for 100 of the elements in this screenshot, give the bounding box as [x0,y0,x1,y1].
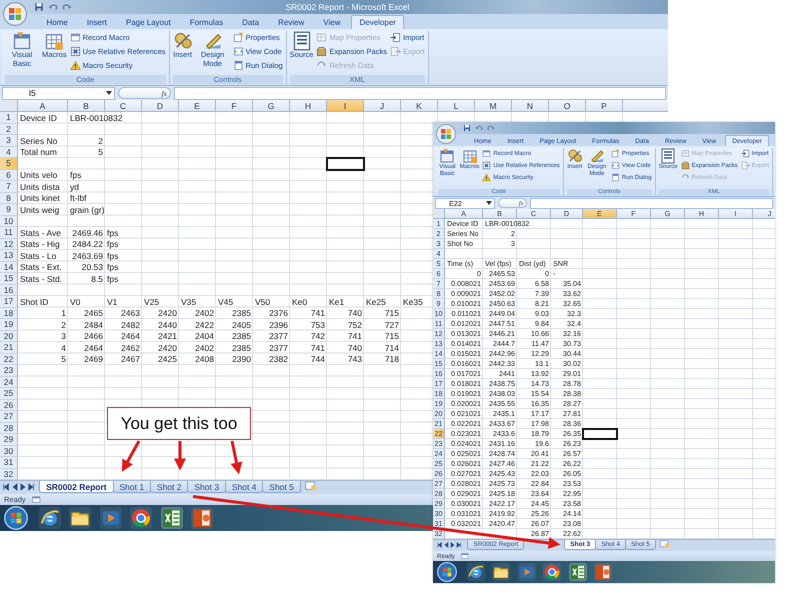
record-macro-icon[interactable] [460,552,469,560]
formula-field[interactable] [174,86,666,100]
row-header[interactable]: 21 [0,342,18,354]
column-header[interactable]: H [290,100,327,112]
spreadsheet-app-icon[interactable] [568,563,586,581]
sheet-tab[interactable]: Shot 2 [150,481,188,493]
column-header[interactable]: L [438,100,475,112]
column-header[interactable]: J [364,100,401,112]
ribbon-tab[interactable]: Formulas [181,15,232,29]
row-header[interactable]: 28 [0,422,18,434]
name-box[interactable]: I5 [2,86,116,100]
column-header[interactable]: O [549,100,586,112]
ribbon-tab[interactable]: Home [38,15,76,29]
browser-icon[interactable] [38,507,60,529]
cell-value: ft-lbf [70,194,87,202]
row-header[interactable]: 16 [0,284,18,296]
ribbon-tab[interactable]: Insert [78,15,116,29]
caret-icon[interactable] [106,91,112,95]
sheet-tab[interactable]: Shot 4 [224,481,264,493]
row-header[interactable]: 31 [0,457,18,468]
folder-icon[interactable] [492,563,510,581]
column-header[interactable]: B [68,100,105,112]
formula-field[interactable] [530,198,773,208]
insert-sheet-icon[interactable] [658,540,670,548]
column-header[interactable]: E [179,100,216,112]
selected-cell[interactable] [326,157,365,170]
cell-value: 741 [310,309,325,318]
row-header[interactable]: 6 [0,170,18,181]
row-header[interactable]: 24 [0,376,18,388]
column-header[interactable]: D [142,100,179,112]
save-icon[interactable] [34,2,44,12]
row-header[interactable]: 30 [0,446,18,457]
column-header[interactable]: C [105,100,142,112]
row-header[interactable]: 7 [0,181,18,192]
sheet-tab[interactable]: Shot 5 [262,481,301,493]
folder-icon[interactable] [69,507,91,529]
sheet-navigation-icon[interactable] [3,483,34,491]
column-header[interactable]: M [475,100,512,112]
row-header[interactable]: 8 [0,192,18,204]
row-header[interactable]: 3 [0,135,18,146]
ribbon-tab[interactable]: Page Layout [117,15,180,29]
ribbon-tab[interactable]: Data [234,15,268,29]
row-header[interactable]: 18 [0,308,18,319]
form-icon [232,32,244,43]
cell-value: 2464 [121,332,140,340]
save-icon[interactable] [463,124,471,132]
row-header[interactable]: 19 [0,319,18,330]
row-header[interactable]: 2 [0,124,18,135]
insert-sheet-icon[interactable] [304,481,317,491]
chrome-icon[interactable] [130,507,152,529]
spreadsheet-app-icon[interactable] [160,507,182,529]
row-header[interactable]: 17 [0,296,18,308]
cell-value: 2385 [232,309,251,318]
column-header[interactable]: F [216,100,253,112]
row-header[interactable]: 23 [0,365,18,376]
media-player-icon[interactable] [100,507,122,529]
ribbon-tab[interactable]: View [314,15,349,29]
selected-cell[interactable] [582,428,618,440]
media-player-icon[interactable] [518,563,536,581]
column-header[interactable]: I [327,100,364,112]
caret-icon[interactable] [486,201,492,205]
row-header[interactable]: 11 [0,227,18,238]
undo-icon[interactable] [48,2,58,12]
row-header[interactable]: 26 [0,400,18,411]
ribbon-tab[interactable]: Review [270,15,313,29]
column-header[interactable]: K [401,100,438,112]
row-header[interactable]: 29 [0,434,18,446]
sheet-tab[interactable]: Shot 1 [112,481,151,493]
chrome-icon[interactable] [543,563,561,581]
sheet-tab[interactable]: Shot 3 [187,481,226,493]
table-icon [680,149,690,158]
row-header[interactable]: 25 [0,388,18,400]
row-header[interactable]: 1 [0,112,18,124]
record-macro-icon[interactable] [32,495,41,504]
row-header[interactable]: 15 [0,273,18,284]
row-header[interactable]: 13 [0,250,18,262]
sheet-navigation-icon[interactable] [436,542,462,548]
column-header[interactable]: G [253,100,290,112]
cell-value: 741 [310,344,325,352]
ribbon-tab[interactable]: Developer [350,15,404,29]
row-header[interactable]: 14 [0,262,18,273]
cell-value: 8.5 [91,274,103,283]
row-header[interactable]: 4 [0,146,18,158]
start-orb-icon[interactable] [437,562,457,582]
column-header[interactable]: A [18,100,68,112]
column-header[interactable]: N [512,100,549,112]
row-header[interactable]: 22 [0,354,18,365]
row-header[interactable]: 9 [0,204,18,216]
row-header[interactable]: 12 [0,238,18,250]
presentation-app-icon[interactable] [594,563,612,581]
presentation-app-icon[interactable] [191,507,213,529]
row-header[interactable]: 10 [0,216,18,227]
start-orb-icon[interactable] [4,506,28,530]
row-header[interactable]: 27 [0,411,18,422]
row-header[interactable]: 5 [0,158,18,170]
row-header[interactable]: 32 [0,468,18,480]
browser-icon[interactable] [466,563,484,581]
sheet-tab[interactable]: SR0002 Report [39,481,114,493]
column-header[interactable]: P [586,100,623,112]
row-header[interactable]: 20 [0,330,18,342]
